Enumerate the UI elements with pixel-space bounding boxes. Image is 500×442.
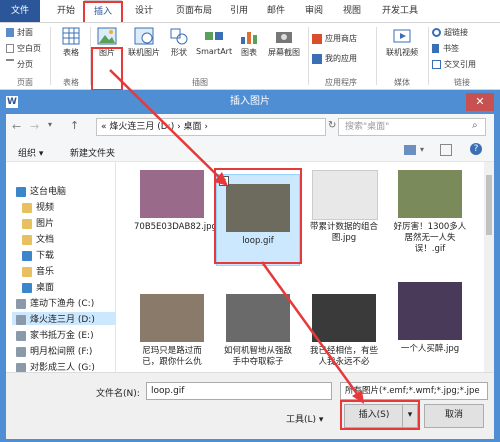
arrow-to-insert: [260, 261, 362, 399]
annotation-arrows: [109, 69, 364, 404]
arrow-to-file: [109, 69, 223, 181]
arrowhead: [352, 390, 364, 404]
